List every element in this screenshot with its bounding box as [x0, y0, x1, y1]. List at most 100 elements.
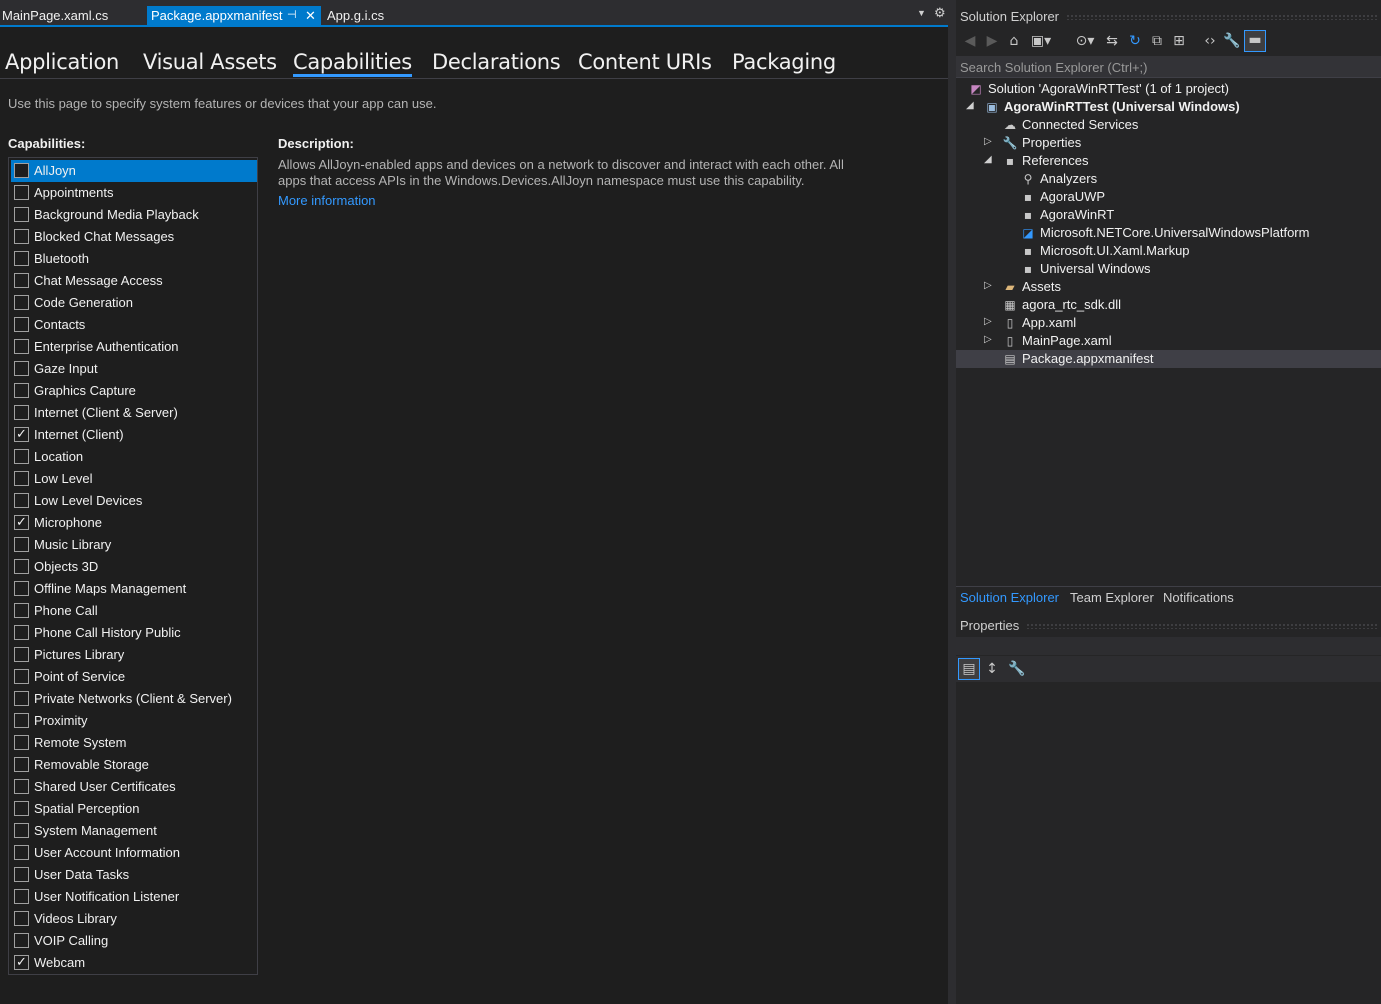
collapsed-arrow-icon[interactable]: ▷ [984, 316, 992, 327]
tree-item[interactable]: ▪ Microsoft.UI.Xaml.Markup [956, 242, 1381, 260]
expanded-arrow-icon[interactable]: ◢ [966, 100, 974, 111]
collapse-all-icon[interactable]: ⧉ [1148, 32, 1166, 50]
tree-item[interactable]: ▤ Package.appxmanifest [956, 350, 1381, 368]
tree-item[interactable]: ▪ AgoraUWP [956, 188, 1381, 206]
capability-item[interactable]: Enterprise Authentication [11, 336, 257, 358]
capability-item[interactable]: Phone Call History Public [11, 622, 257, 644]
capability-checkbox[interactable] [14, 383, 29, 398]
capability-checkbox[interactable] [14, 647, 29, 662]
tree-item[interactable]: ▷ ▯ MainPage.xaml [956, 332, 1381, 350]
doc-tab-package-appxmanifest[interactable]: Package.appxmanifest ⊣ ✕ [147, 6, 321, 25]
capability-checkbox[interactable] [14, 207, 29, 222]
collapsed-arrow-icon[interactable]: ▷ [984, 280, 992, 291]
capability-checkbox[interactable] [14, 889, 29, 904]
capability-checkbox[interactable] [14, 273, 29, 288]
capability-checkbox[interactable] [14, 317, 29, 332]
capability-item[interactable]: Appointments [11, 182, 257, 204]
tree-item[interactable]: ⚲ Analyzers [956, 170, 1381, 188]
capability-checkbox[interactable] [14, 933, 29, 948]
capability-checkbox[interactable] [14, 625, 29, 640]
preview-icon[interactable]: ▬ [1244, 30, 1266, 52]
capability-checkbox[interactable] [14, 669, 29, 684]
tab-packaging[interactable]: Packaging [732, 50, 836, 74]
capability-checkbox[interactable] [14, 537, 29, 552]
tab-team-explorer[interactable]: Team Explorer [1070, 590, 1154, 605]
tree-item[interactable]: ▷ 🔧 Properties [956, 134, 1381, 152]
capability-checkbox[interactable] [14, 559, 29, 574]
capability-checkbox[interactable] [14, 405, 29, 420]
tree-item[interactable]: ▪ AgoraWinRT [956, 206, 1381, 224]
solution-explorer-title-bar[interactable]: Solution Explorer [956, 6, 1381, 28]
switch-views-icon[interactable]: ▣▾ [1028, 32, 1054, 50]
capability-item[interactable]: Low Level [11, 468, 257, 490]
capability-item[interactable]: Music Library [11, 534, 257, 556]
doc-tab-mainpage-xaml-cs[interactable]: MainPage.xaml.cs [0, 6, 108, 25]
capability-item[interactable]: Contacts [11, 314, 257, 336]
capability-item[interactable]: Pictures Library [11, 644, 257, 666]
capability-checkbox[interactable] [14, 295, 29, 310]
back-icon[interactable]: ◀ [961, 32, 979, 50]
capability-item[interactable]: AllJoyn [11, 160, 257, 182]
home-icon[interactable]: ⌂ [1005, 32, 1023, 50]
capability-item[interactable]: Videos Library [11, 908, 257, 930]
forward-icon[interactable]: ▶ [983, 32, 1001, 50]
capability-item[interactable]: VOIP Calling [11, 930, 257, 952]
capability-item[interactable]: Chat Message Access [11, 270, 257, 292]
capability-checkbox[interactable]: ✓ [14, 427, 29, 442]
capability-item[interactable]: Remote System [11, 732, 257, 754]
capability-item[interactable]: Objects 3D [11, 556, 257, 578]
collapsed-arrow-icon[interactable]: ▷ [984, 334, 992, 345]
capability-checkbox[interactable] [14, 779, 29, 794]
expanded-arrow-icon[interactable]: ◢ [984, 154, 992, 165]
property-pages-icon[interactable]: 🔧 [1008, 660, 1026, 678]
capability-item[interactable]: Gaze Input [11, 358, 257, 380]
gear-icon[interactable]: ⚙ [934, 5, 946, 21]
capability-item[interactable]: Private Networks (Client & Server) [11, 688, 257, 710]
properties-object-selector[interactable] [956, 637, 1381, 655]
tree-item[interactable]: ◩ Solution 'AgoraWinRTTest' (1 of 1 proje… [956, 80, 1381, 98]
refresh-icon[interactable]: ↻ [1126, 32, 1144, 50]
capability-item[interactable]: Background Media Playback [11, 204, 257, 226]
capability-item[interactable]: Internet (Client & Server) [11, 402, 257, 424]
capabilities-list[interactable]: AllJoyn Appointments Background Media Play… [8, 157, 258, 975]
tree-item[interactable]: ▷ ▰ Assets [956, 278, 1381, 296]
capability-item[interactable]: ✓ Internet (Client) [11, 424, 257, 446]
doc-tab-app-g-i-cs[interactable]: App.g.i.cs [325, 6, 384, 25]
capability-checkbox[interactable] [14, 339, 29, 354]
capability-item[interactable]: Low Level Devices [11, 490, 257, 512]
capability-checkbox[interactable] [14, 823, 29, 838]
categorized-icon[interactable]: ▤ [958, 658, 980, 680]
capability-item[interactable]: User Notification Listener [11, 886, 257, 908]
tab-application[interactable]: Application [5, 50, 119, 74]
capability-checkbox[interactable]: ✓ [14, 515, 29, 530]
capability-item[interactable]: Spatial Perception [11, 798, 257, 820]
capability-checkbox[interactable] [14, 691, 29, 706]
capability-checkbox[interactable] [14, 449, 29, 464]
search-input[interactable] [956, 56, 1381, 78]
tab-content-uris[interactable]: Content URIs [578, 50, 712, 74]
properties-icon[interactable]: 🔧 [1223, 32, 1241, 50]
capability-checkbox[interactable] [14, 361, 29, 376]
capability-item[interactable]: Proximity [11, 710, 257, 732]
capability-item[interactable]: Location [11, 446, 257, 468]
capability-checkbox[interactable] [14, 185, 29, 200]
capability-item[interactable]: User Data Tasks [11, 864, 257, 886]
capability-checkbox[interactable] [14, 493, 29, 508]
tree-item[interactable]: ◢ ▣ AgoraWinRTTest (Universal Windows) [956, 98, 1381, 116]
tab-notifications[interactable]: Notifications [1163, 590, 1234, 605]
capability-item[interactable]: Phone Call [11, 600, 257, 622]
capability-checkbox[interactable] [14, 757, 29, 772]
capability-checkbox[interactable] [14, 163, 29, 178]
properties-title-bar[interactable]: Properties [956, 615, 1381, 637]
pending-changes-icon[interactable]: ⊙▾ [1072, 32, 1098, 50]
capability-item[interactable]: Bluetooth [11, 248, 257, 270]
capability-checkbox[interactable] [14, 471, 29, 486]
capability-checkbox[interactable] [14, 603, 29, 618]
panel-splitter[interactable] [948, 0, 956, 1004]
capability-item[interactable]: Code Generation [11, 292, 257, 314]
tree-item[interactable]: ◪ Microsoft.NETCore.UniversalWindowsPlatf… [956, 224, 1381, 242]
chevron-down-icon[interactable]: ▼ [917, 8, 926, 18]
capability-item[interactable]: Removable Storage [11, 754, 257, 776]
view-code-icon[interactable]: ‹› [1201, 32, 1219, 50]
capability-checkbox[interactable] [14, 735, 29, 750]
